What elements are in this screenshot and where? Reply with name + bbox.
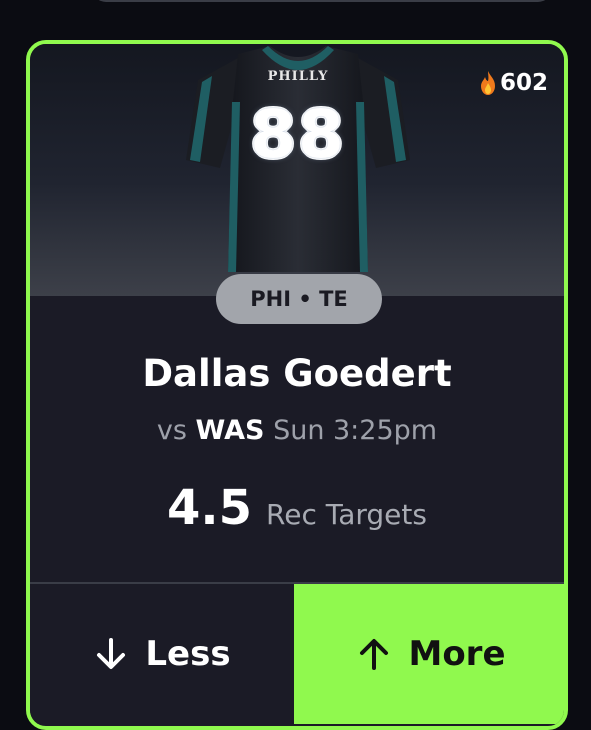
projection-line: 4.5 Rec Targets xyxy=(30,480,564,536)
arrow-up-icon xyxy=(360,639,389,670)
matchup-info: vs WAS Sun 3:25pm xyxy=(30,415,564,446)
previous-card-edge xyxy=(92,0,552,2)
projection-value: 4.5 xyxy=(167,480,253,536)
more-button[interactable]: More xyxy=(294,584,564,724)
projection-stat-type: Rec Targets xyxy=(266,498,427,531)
more-label: More xyxy=(408,634,506,674)
jersey-number: 88 xyxy=(249,95,346,175)
popularity-value: 602 xyxy=(499,70,548,96)
less-label: Less xyxy=(145,634,231,674)
player-projection-card[interactable]: PHILLY 88 602 PHI • TE Dallas Goedert vs… xyxy=(26,40,568,730)
less-button[interactable]: Less xyxy=(30,584,294,724)
matchup-prefix: vs xyxy=(156,415,187,446)
popularity-count: 602 xyxy=(478,70,548,96)
jersey-team-text: PHILLY xyxy=(267,69,329,84)
team-position-badge: PHI • TE xyxy=(216,274,382,324)
arrow-down-icon xyxy=(97,638,126,669)
player-name[interactable]: Dallas Goedert xyxy=(30,352,564,395)
fire-icon xyxy=(480,71,495,95)
game-time: Sun 3:25pm xyxy=(273,415,438,446)
opponent-team: WAS xyxy=(195,415,265,446)
